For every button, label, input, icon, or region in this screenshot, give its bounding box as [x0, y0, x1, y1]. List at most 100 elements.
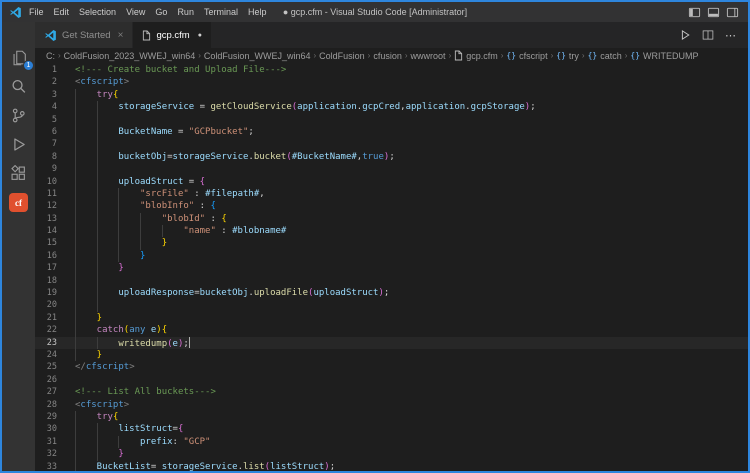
line-number[interactable]: 25 [35, 361, 57, 373]
run-icon[interactable] [679, 29, 691, 41]
breadcrumb-item[interactable]: {}catch [588, 51, 622, 61]
activity-search-icon[interactable] [4, 77, 33, 96]
line-number[interactable]: 1 [35, 64, 57, 76]
line-number[interactable]: 19 [35, 287, 57, 299]
menu-run[interactable]: Run [172, 4, 199, 20]
code-line[interactable]: 1<!--- Create bucket and Upload File---> [35, 64, 748, 76]
menu-help[interactable]: Help [243, 4, 272, 20]
code-line[interactable]: 14"name" : #blobname# [35, 225, 748, 237]
line-number[interactable]: 15 [35, 237, 57, 249]
more-actions-icon[interactable]: ⋯ [725, 29, 736, 42]
line-number[interactable]: 6 [35, 126, 57, 138]
line-number[interactable]: 23 [35, 337, 57, 349]
line-number[interactable]: 13 [35, 213, 57, 225]
editor[interactable]: 1<!--- Create bucket and Upload File--->… [35, 63, 748, 471]
line-number[interactable]: 4 [35, 101, 57, 113]
toggle-secondary-sidebar-icon[interactable] [726, 6, 739, 19]
code-line[interactable]: 12"blobInfo" : { [35, 200, 748, 212]
line-number[interactable]: 10 [35, 176, 57, 188]
breadcrumb-item[interactable]: {}WRITEDUMP [630, 51, 698, 61]
menu-selection[interactable]: Selection [74, 4, 121, 20]
menu-view[interactable]: View [121, 4, 150, 20]
code-line[interactable]: 4storageService = getCloudService(applic… [35, 101, 748, 113]
tab-get-started[interactable]: Get Started× [35, 22, 133, 48]
line-number[interactable]: 27 [35, 386, 57, 398]
menu-terminal[interactable]: Terminal [199, 4, 243, 20]
code-line[interactable]: 5 [35, 114, 748, 126]
toggle-sidebar-icon[interactable] [688, 6, 701, 19]
activity-coldfusion-icon[interactable]: cf [4, 193, 33, 212]
line-number[interactable]: 28 [35, 399, 57, 411]
code-line[interactable]: 28<cfscript> [35, 399, 748, 411]
code-line[interactable]: 26 [35, 374, 748, 386]
code-line[interactable]: 33BucketList= storageService.list(listSt… [35, 461, 748, 472]
code-line[interactable]: 22catch(any e){ [35, 324, 748, 336]
code-line[interactable]: 21} [35, 312, 748, 324]
line-number[interactable]: 22 [35, 324, 57, 336]
menu-go[interactable]: Go [150, 4, 172, 20]
code-line[interactable]: 19uploadResponse=bucketObj.uploadFile(up… [35, 287, 748, 299]
code-line[interactable]: 17} [35, 262, 748, 274]
activity-run-debug-icon[interactable] [4, 135, 33, 154]
menu-file[interactable]: File [24, 4, 49, 20]
line-number[interactable]: 24 [35, 349, 57, 361]
line-number[interactable]: 18 [35, 275, 57, 287]
line-number[interactable]: 8 [35, 151, 57, 163]
code-line[interactable]: 7 [35, 138, 748, 150]
activity-extensions-icon[interactable] [4, 164, 33, 183]
breadcrumb-item[interactable]: cfusion [373, 51, 402, 61]
code-line[interactable]: 25</cfscript> [35, 361, 748, 373]
split-editor-icon[interactable] [702, 29, 714, 41]
code-line[interactable]: 30listStruct={ [35, 423, 748, 435]
breadcrumb-item[interactable]: ColdFusion_WWEJ_win64 [204, 51, 311, 61]
line-number[interactable]: 20 [35, 299, 57, 311]
activity-explorer-icon[interactable]: 1 [4, 48, 33, 67]
menu-edit[interactable]: Edit [49, 4, 75, 20]
line-number[interactable]: 3 [35, 89, 57, 101]
code-line[interactable]: 15} [35, 237, 748, 249]
close-icon[interactable]: × [118, 30, 124, 41]
line-number[interactable]: 12 [35, 200, 57, 212]
code-line[interactable]: 31prefix: "GCP" [35, 436, 748, 448]
line-number[interactable]: 30 [35, 423, 57, 435]
breadcrumb-item[interactable]: C: [46, 51, 55, 61]
activity-source-control-icon[interactable] [4, 106, 33, 125]
code-line[interactable]: 18 [35, 275, 748, 287]
code-line[interactable]: 3try{ [35, 89, 748, 101]
line-number[interactable]: 21 [35, 312, 57, 324]
line-number[interactable]: 17 [35, 262, 57, 274]
line-number[interactable]: 9 [35, 163, 57, 175]
code-line[interactable]: 20 [35, 299, 748, 311]
code-line[interactable]: 27<!--- List All buckets---> [35, 386, 748, 398]
breadcrumb-item[interactable]: ColdFusion_2023_WWEJ_win64 [64, 51, 196, 61]
line-number[interactable]: 29 [35, 411, 57, 423]
line-number[interactable]: 2 [35, 76, 57, 88]
code-line[interactable]: 2<cfscript> [35, 76, 748, 88]
code-line[interactable]: 9 [35, 163, 748, 175]
vscode-logo-icon[interactable] [7, 5, 24, 19]
code-line[interactable]: 16} [35, 250, 748, 262]
tab-gcp-cfm[interactable]: gcp.cfm● [133, 22, 212, 48]
line-number[interactable]: 33 [35, 461, 57, 472]
code-line[interactable]: 29try{ [35, 411, 748, 423]
code-line[interactable]: 8bucketObj=storageService.bucket(#Bucket… [35, 151, 748, 163]
line-number[interactable]: 5 [35, 114, 57, 126]
code-line[interactable]: 10uploadStruct = { [35, 176, 748, 188]
line-number[interactable]: 32 [35, 448, 57, 460]
code-line[interactable]: 23writedump(e); [35, 337, 748, 349]
line-number[interactable]: 11 [35, 188, 57, 200]
breadcrumb-item[interactable]: ColdFusion [319, 51, 365, 61]
line-number[interactable]: 14 [35, 225, 57, 237]
code-line[interactable]: 6BucketName = "GCPbucket"; [35, 126, 748, 138]
line-number[interactable]: 31 [35, 436, 57, 448]
toggle-panel-icon[interactable] [707, 6, 720, 19]
code-line[interactable]: 32} [35, 448, 748, 460]
line-number[interactable]: 7 [35, 138, 57, 150]
breadcrumb-item[interactable]: {}try [556, 51, 579, 61]
line-number[interactable]: 16 [35, 250, 57, 262]
code-line[interactable]: 24} [35, 349, 748, 361]
breadcrumb-item[interactable]: wwwroot [411, 51, 446, 61]
breadcrumb-item[interactable]: gcp.cfm [454, 50, 498, 61]
code-line[interactable]: 11"srcFile" : #filepath#, [35, 188, 748, 200]
line-number[interactable]: 26 [35, 374, 57, 386]
